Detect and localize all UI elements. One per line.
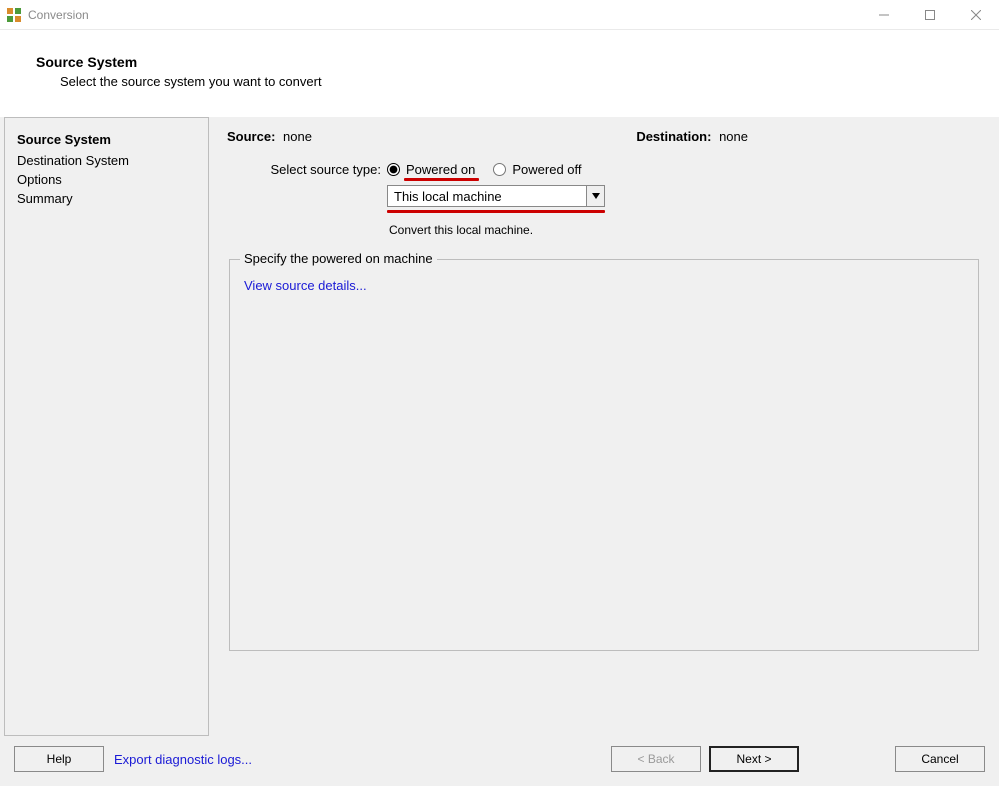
source-machine-dropdown[interactable]: This local machine — [387, 185, 605, 207]
groupbox-legend: Specify the powered on machine — [240, 251, 437, 266]
destination-label: Destination: — [636, 129, 711, 144]
sidebar-item-label: Summary — [17, 191, 73, 206]
next-button-label: Next > — [736, 752, 771, 766]
annotation-mark — [387, 210, 605, 213]
status-row: Source: none Destination: none — [223, 127, 985, 162]
minimize-button[interactable] — [861, 0, 907, 30]
help-button[interactable]: Help — [14, 746, 104, 772]
back-button-label: < Back — [637, 752, 674, 766]
wizard-footer: Help Export diagnostic logs... < Back Ne… — [0, 736, 999, 786]
source-label: Source: — [227, 129, 275, 144]
page-subtitle: Select the source system you want to con… — [60, 74, 963, 89]
window-title: Conversion — [28, 8, 89, 22]
source-value: none — [283, 129, 312, 144]
chevron-down-icon — [586, 186, 604, 206]
source-machine-helper: Convert this local machine. — [387, 213, 533, 237]
radio-powered-off-label: Powered off — [512, 162, 581, 177]
sidebar-item-source-system[interactable]: Source System — [17, 128, 196, 151]
titlebar: Conversion — [0, 0, 999, 30]
wizard-steps-sidebar: Source System Destination System Options… — [4, 117, 209, 736]
maximize-button[interactable] — [907, 0, 953, 30]
close-button[interactable] — [953, 0, 999, 30]
sidebar-item-label: Source System — [17, 132, 111, 147]
select-source-type-label: Select source type: — [227, 162, 387, 177]
powered-on-machine-groupbox: Specify the powered on machine View sour… — [229, 259, 979, 651]
sidebar-item-destination-system[interactable]: Destination System — [17, 151, 196, 170]
radio-powered-on-label: Powered on — [406, 162, 475, 177]
sidebar-item-label: Destination System — [17, 153, 129, 168]
help-button-label: Help — [47, 752, 72, 766]
app-icon — [6, 7, 22, 23]
next-button[interactable]: Next > — [709, 746, 799, 772]
radio-powered-off-input[interactable] — [493, 163, 506, 176]
sidebar-item-summary[interactable]: Summary — [17, 189, 196, 208]
radio-powered-off[interactable]: Powered off — [493, 162, 581, 177]
radio-powered-on-input[interactable] — [387, 163, 400, 176]
page-title: Source System — [36, 54, 963, 70]
cancel-button-label: Cancel — [921, 752, 958, 766]
export-diagnostic-logs-link[interactable]: Export diagnostic logs... — [114, 752, 252, 767]
sidebar-item-options[interactable]: Options — [17, 170, 196, 189]
radio-powered-on[interactable]: Powered on — [387, 162, 475, 177]
sidebar-item-label: Options — [17, 172, 62, 187]
source-machine-dropdown-value: This local machine — [388, 189, 604, 204]
cancel-button[interactable]: Cancel — [895, 746, 985, 772]
wizard-header: Source System Select the source system y… — [0, 30, 999, 117]
wizard-content: Source: none Destination: none Select so… — [213, 117, 995, 736]
back-button[interactable]: < Back — [611, 746, 701, 772]
view-source-details-link[interactable]: View source details... — [244, 278, 367, 293]
destination-value: none — [719, 129, 748, 144]
